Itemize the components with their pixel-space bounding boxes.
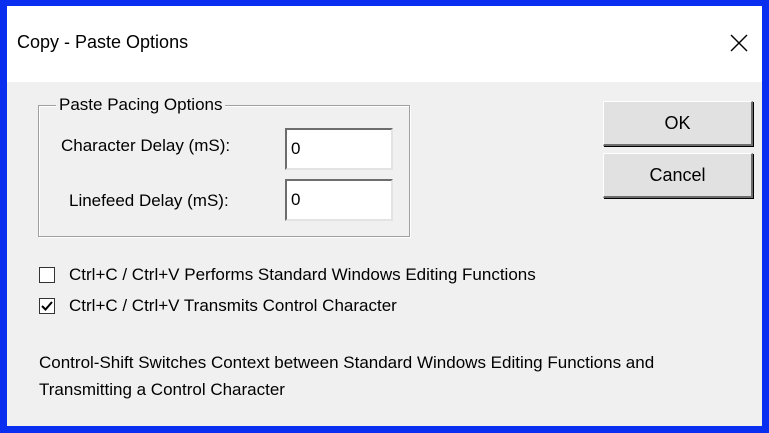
title-bar: Copy - Paste Options: [7, 6, 762, 82]
group-legend: Paste Pacing Options: [56, 95, 226, 115]
char-delay-input[interactable]: [285, 128, 393, 170]
dialog-window: Copy - Paste Options Paste Pacing Option…: [0, 0, 769, 433]
context-note: Control-Shift Switches Context between S…: [39, 353, 655, 399]
close-button[interactable]: [716, 20, 762, 66]
standard-editing-label: Ctrl+C / Ctrl+V Performs Standard Window…: [69, 265, 536, 284]
window-title: Copy - Paste Options: [17, 32, 189, 52]
close-icon: [730, 34, 748, 52]
char-delay-label: Character Delay (mS):: [61, 136, 231, 155]
transmit-control-label: Ctrl+C / Ctrl+V Transmits Control Charac…: [69, 296, 397, 315]
linefeed-delay-input[interactable]: [285, 179, 393, 221]
checkmark-icon: [41, 301, 53, 311]
linefeed-delay-label: Linefeed Delay (mS):: [69, 191, 229, 210]
ok-button[interactable]: OK: [603, 101, 753, 146]
dialog-content: Paste Pacing Options Character Delay (mS…: [7, 82, 762, 427]
option-standard-editing[interactable]: Ctrl+C / Ctrl+V Performs Standard Window…: [39, 263, 536, 287]
cancel-button[interactable]: Cancel: [603, 153, 753, 198]
transmit-control-checkbox[interactable]: [39, 298, 55, 314]
standard-editing-checkbox[interactable]: [39, 267, 55, 283]
option-transmit-control[interactable]: Ctrl+C / Ctrl+V Transmits Control Charac…: [39, 294, 397, 318]
paste-pacing-group: Paste Pacing Options Character Delay (mS…: [38, 95, 410, 237]
